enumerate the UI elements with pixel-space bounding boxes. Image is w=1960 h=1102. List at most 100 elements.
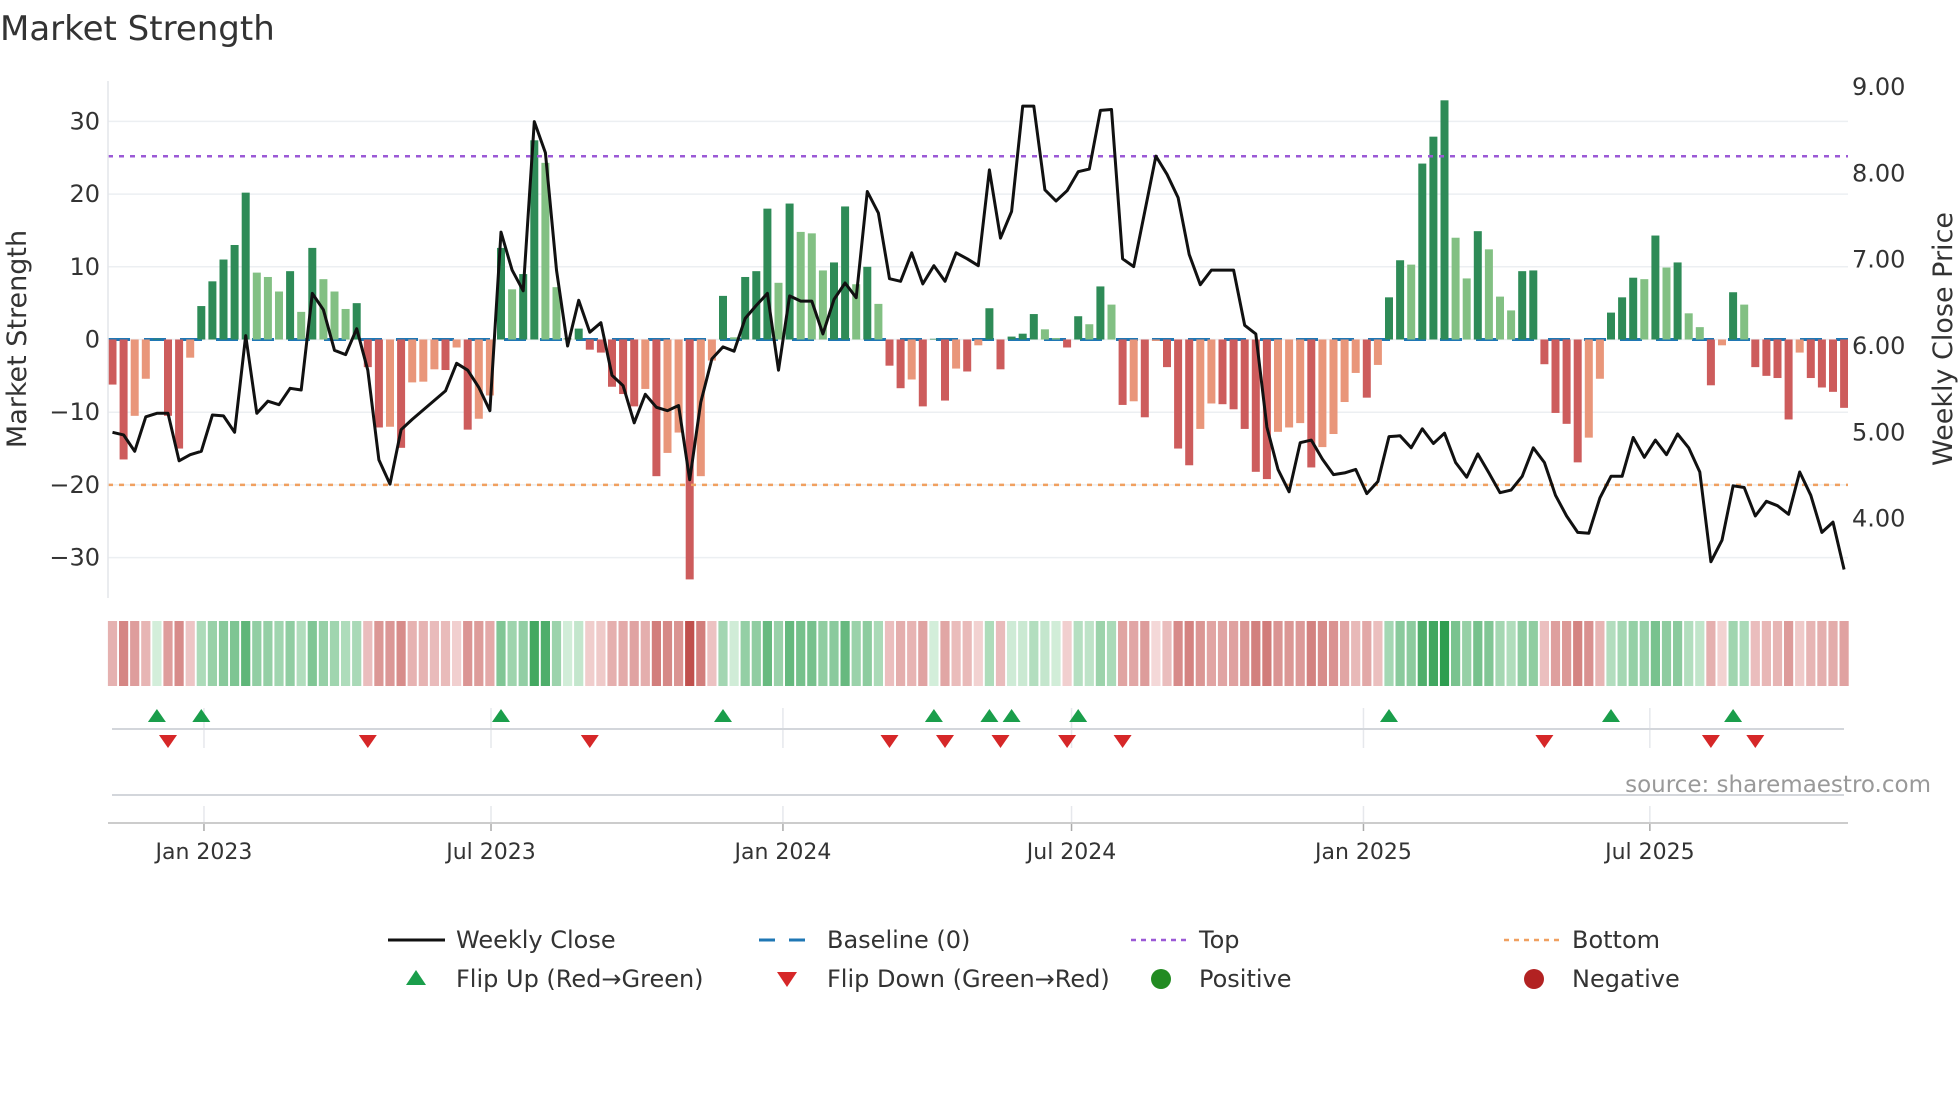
strip-cell — [1173, 621, 1183, 686]
strip-cell — [540, 621, 550, 686]
y-tick-label-right: 8.00 — [1852, 159, 1905, 187]
strip-cell — [751, 621, 761, 686]
strip-cell — [496, 621, 506, 686]
x-tick-label: Jul 2024 — [1025, 840, 1117, 865]
strength-bar — [1385, 297, 1393, 340]
flip-up-marker — [980, 709, 999, 722]
strip-cell — [374, 621, 384, 686]
strength-bar — [1551, 339, 1560, 413]
strength-bar — [1507, 310, 1516, 340]
x-tick-label: Jul 2023 — [444, 840, 536, 865]
strength-bar — [1484, 249, 1493, 340]
flip-down-marker — [1746, 735, 1765, 748]
strength-bar — [108, 339, 117, 385]
strength-bar — [508, 289, 517, 340]
strip-cell — [1772, 621, 1783, 686]
strength-bar — [1718, 339, 1726, 346]
strength-bar — [1018, 333, 1027, 340]
strip-cell — [1528, 621, 1538, 686]
x-tick-label: Jan 2023 — [154, 840, 253, 865]
strip-cell — [773, 621, 784, 686]
strength-bar — [1784, 339, 1793, 420]
strip-cell — [995, 621, 1006, 686]
flip-up-marker — [1724, 709, 1743, 722]
strip-cell — [685, 621, 695, 686]
strip-cell — [1473, 621, 1483, 686]
strip-cell — [1806, 621, 1816, 686]
legend-item-flip_down: Flip Down (Green→Red) — [777, 965, 1110, 993]
y-tick-label-left: −30 — [49, 544, 100, 572]
strip-cell — [1828, 621, 1838, 686]
strip-cell — [840, 621, 850, 686]
strength-bar — [796, 231, 805, 340]
x-tick-label: Jul 2025 — [1603, 840, 1695, 865]
y-tick-label-right: 7.00 — [1852, 246, 1905, 274]
strength-bar — [1129, 339, 1138, 402]
y-tick-label-right: 5.00 — [1852, 418, 1905, 446]
flip-down-marker — [1113, 735, 1132, 748]
strip-cell — [1073, 621, 1083, 686]
strip-cell — [973, 621, 983, 686]
strip-cell — [1661, 621, 1672, 686]
strength-bar — [1795, 339, 1804, 353]
strip-cell — [1229, 621, 1239, 686]
flip-down-marker — [1701, 735, 1720, 748]
strength-bar — [963, 339, 972, 372]
triangle-down-icon — [777, 972, 797, 987]
strip-cell — [1195, 621, 1205, 686]
strip-cell — [1395, 621, 1405, 686]
strength-bar — [1817, 339, 1826, 388]
strip-cell — [429, 621, 439, 686]
strength-bar — [441, 339, 450, 371]
flip-markers — [112, 708, 1844, 748]
strip-cell — [485, 621, 495, 686]
strength-bar — [1007, 336, 1016, 340]
strength-bar — [896, 339, 905, 389]
strip-cell — [1240, 621, 1250, 686]
strength-bar — [1196, 339, 1205, 429]
strength-bar — [1107, 304, 1116, 340]
strength-bar — [952, 339, 961, 369]
strip-cell — [1573, 621, 1583, 686]
x-tick-label: Jan 2024 — [732, 840, 831, 865]
strip-cell — [551, 621, 562, 686]
strip-cell — [563, 621, 573, 686]
flip-up-marker — [714, 709, 732, 722]
strip-cell — [1451, 621, 1461, 686]
strip-cell — [1506, 621, 1516, 686]
strip-cell — [851, 621, 861, 686]
flip-up-marker — [1002, 709, 1021, 722]
y-tick-label-right: 6.00 — [1852, 332, 1905, 360]
legend-item-positive: Positive — [1151, 965, 1292, 993]
flip-up-marker — [1380, 709, 1398, 722]
strength-bar — [1240, 339, 1249, 429]
strip-cell — [1118, 621, 1128, 686]
strength-bar — [996, 339, 1005, 370]
strip-cell — [141, 621, 151, 686]
strip-cell — [1784, 621, 1794, 686]
strength-bar — [463, 339, 472, 430]
strip-cell — [918, 621, 928, 686]
strip-cell — [352, 621, 362, 686]
strength-bar — [130, 339, 139, 416]
legend-label: Negative — [1572, 965, 1680, 993]
strip-cell — [1340, 621, 1350, 686]
strip-cell — [1084, 621, 1094, 686]
circle-icon — [1524, 969, 1544, 989]
strip-cell — [674, 621, 684, 686]
strip-cell — [940, 621, 950, 686]
strength-bar — [208, 281, 217, 340]
strength-bar — [430, 339, 439, 370]
strip-cell — [1184, 621, 1194, 686]
strip-cell — [1606, 621, 1616, 686]
strength-bar — [252, 272, 261, 340]
strength-bar — [1229, 339, 1238, 410]
strength-bar — [1562, 339, 1571, 424]
y-tick-label-left: 30 — [69, 107, 100, 135]
legend-item-negative: Negative — [1524, 965, 1680, 993]
strength-bar — [1640, 279, 1649, 340]
strength-bar — [1351, 339, 1360, 373]
strip-cell — [607, 621, 617, 686]
flip-down-marker — [936, 735, 954, 748]
strip-cell — [818, 621, 828, 686]
